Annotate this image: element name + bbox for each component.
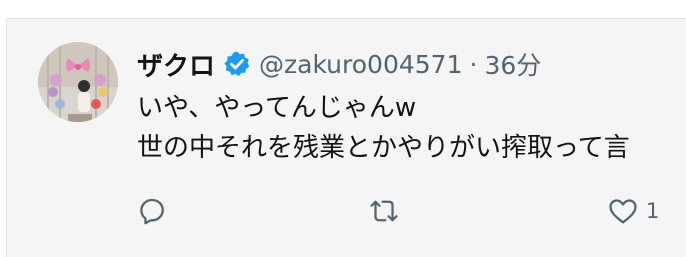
retweet-icon: [370, 200, 398, 222]
reply-icon: [140, 198, 164, 225]
tweet-text-line: いや、やってんじゃんw: [137, 93, 417, 123]
tweet-header: ザクロ @zakuro004571 · 36分: [137, 44, 541, 84]
retweet-button[interactable]: [367, 193, 407, 229]
avatar-image: [38, 42, 118, 122]
verified-badge-icon: [223, 50, 251, 78]
like-button[interactable]: 1: [606, 193, 659, 229]
avatar[interactable]: [38, 42, 118, 122]
reply-button[interactable]: [135, 193, 175, 229]
tweet-text: いや、やってんじゃんw 世の中それを残業とかやりがい搾取って言: [137, 88, 686, 168]
display-name[interactable]: ザクロ: [137, 46, 215, 83]
heart-icon: [609, 199, 637, 224]
like-count: 1: [646, 199, 660, 223]
timestamp[interactable]: 36分: [484, 46, 541, 82]
header-separator: ·: [469, 49, 478, 79]
user-handle[interactable]: @zakuro004571: [259, 50, 462, 79]
tweet-text-line: 世の中それを残業とかやりがい搾取って言: [137, 133, 630, 163]
